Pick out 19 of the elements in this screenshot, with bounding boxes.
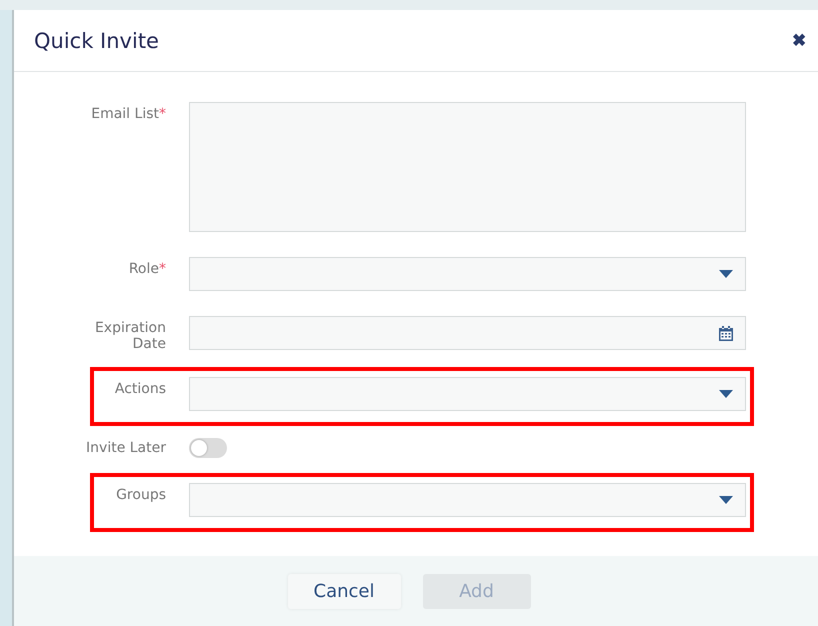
date-field[interactable] xyxy=(189,316,746,350)
field-label: Invite Later xyxy=(85,439,166,456)
dialog-title: Quick Invite xyxy=(34,28,159,52)
field-label: Actions xyxy=(114,380,166,397)
field-label: Expiration Date xyxy=(94,319,166,352)
dropdown-field[interactable] xyxy=(189,257,746,291)
caret-icon xyxy=(719,270,733,278)
field-label: Role* xyxy=(128,260,166,277)
dropdown-field[interactable] xyxy=(189,377,746,411)
caret-icon xyxy=(719,496,733,504)
field-label: Email List* xyxy=(90,105,166,122)
cancel-button[interactable]: Cancel xyxy=(288,574,400,608)
toggle-switch[interactable] xyxy=(189,438,227,458)
email-list-field[interactable] xyxy=(189,102,746,232)
dropdown-field[interactable] xyxy=(189,483,746,517)
close-button[interactable]: ✖ xyxy=(792,32,806,49)
calendar-icon xyxy=(719,326,733,340)
caret-icon xyxy=(719,390,733,398)
field-label: Groups xyxy=(115,486,166,503)
